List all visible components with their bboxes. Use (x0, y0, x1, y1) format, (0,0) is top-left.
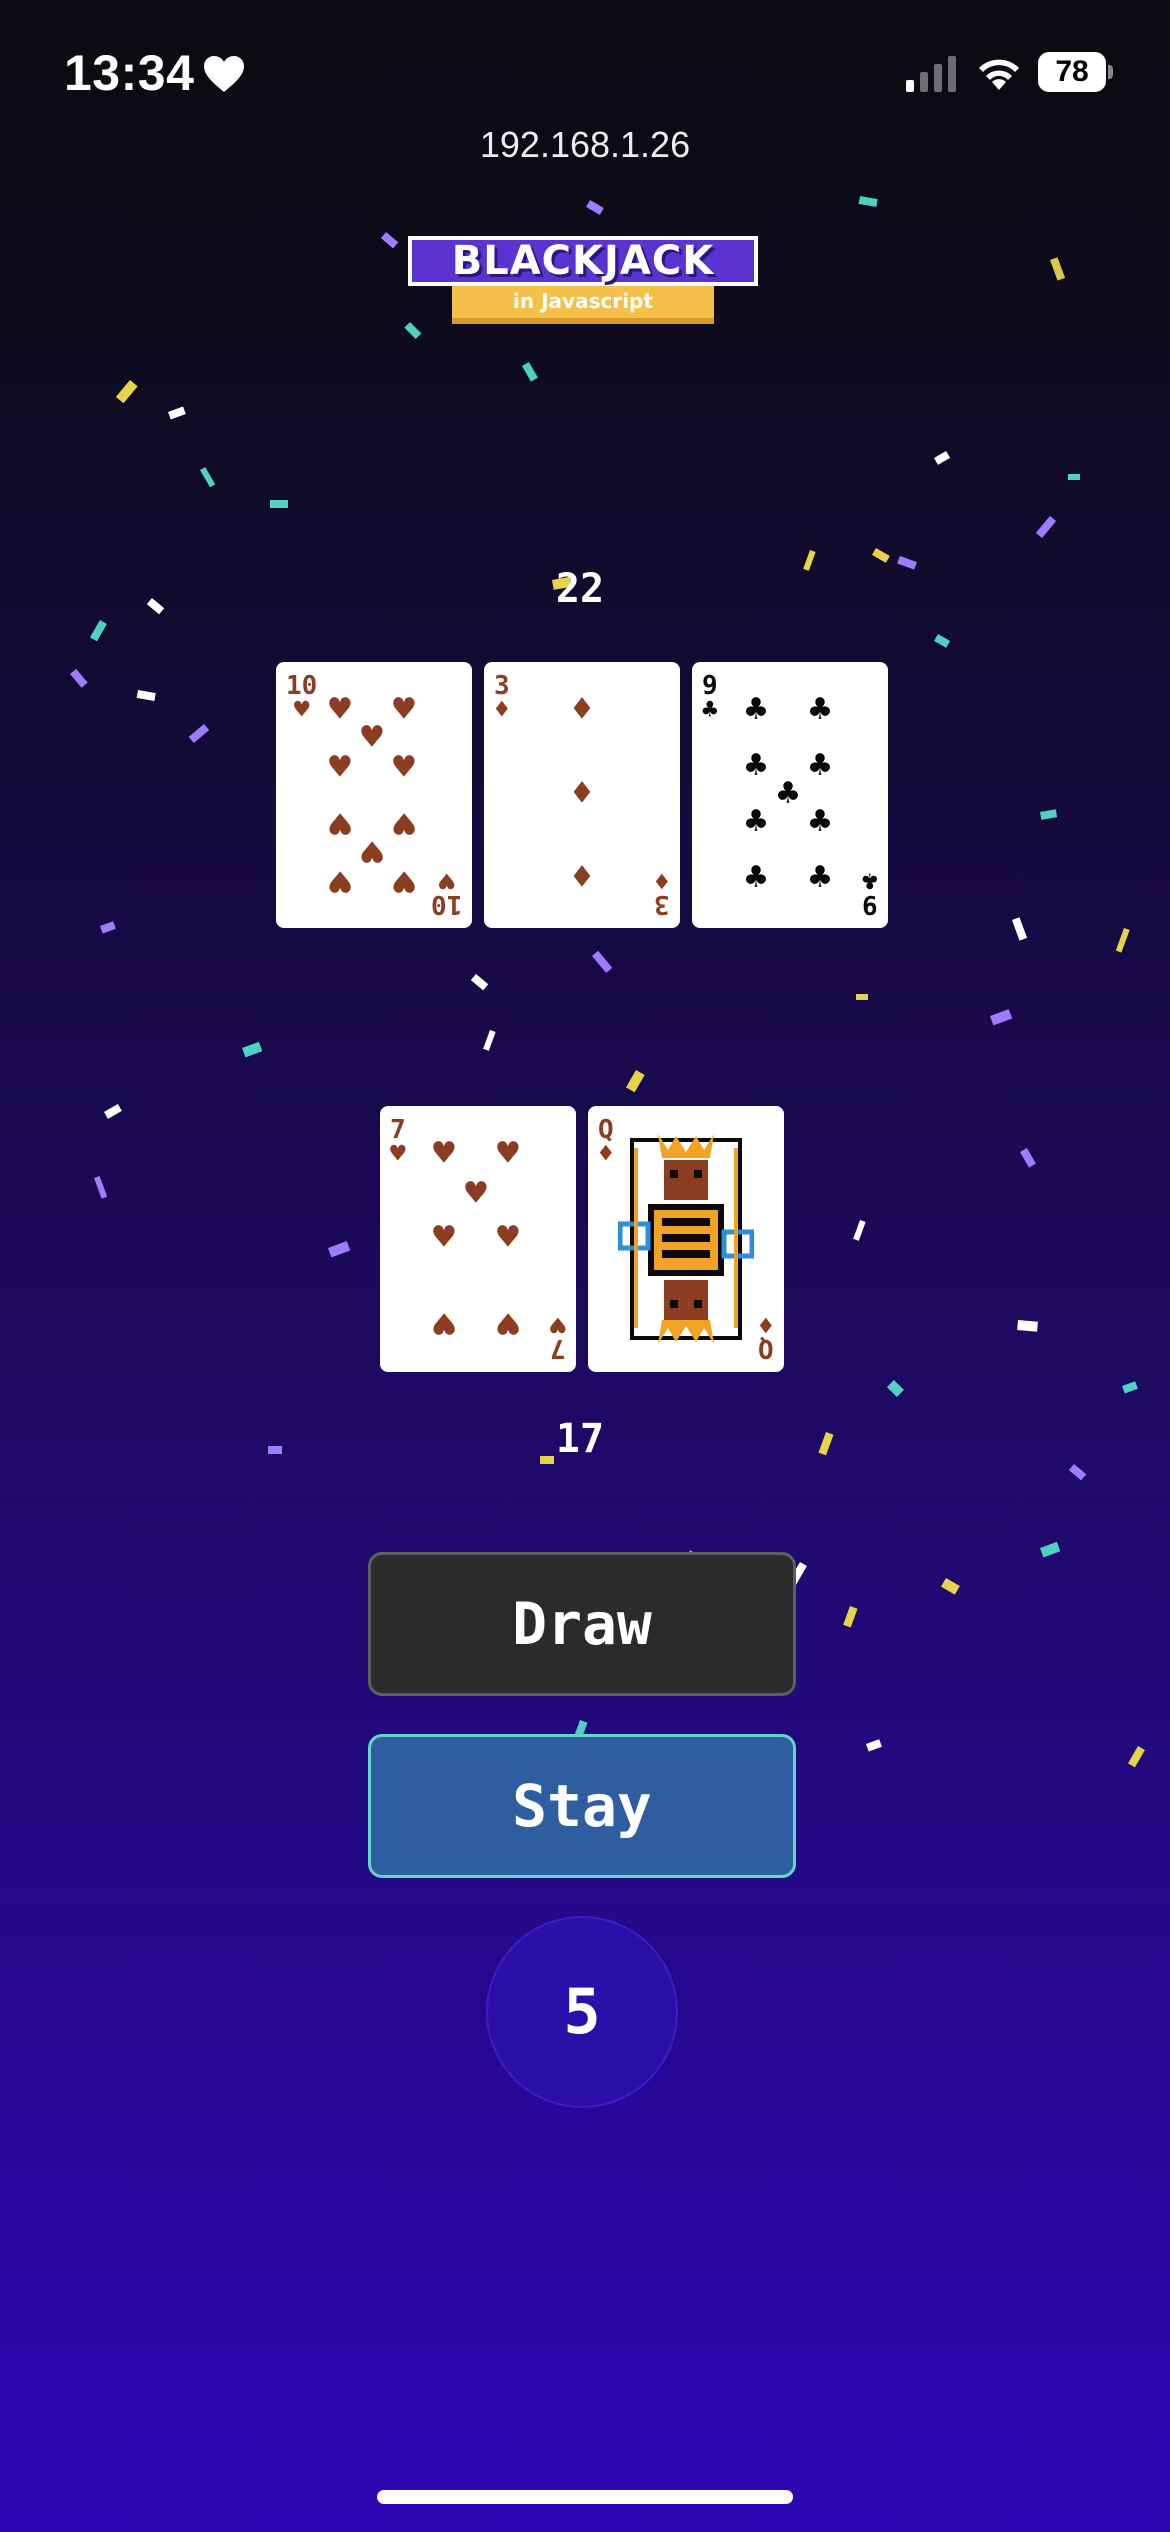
club-pip-icon: ♣ (745, 689, 767, 730)
dealer-card-2: 3 ♦ ♦ ♦ ♦ 3 ♦ (484, 662, 680, 928)
heart-pip-icon: ♥ (329, 689, 351, 730)
heart-pip-icon: ♥ (433, 1302, 455, 1343)
heart-pip-icon: ♥ (433, 1133, 455, 1174)
diamond-pip-icon: ♦ (571, 689, 593, 730)
card-rank-top: 10 ♥ (286, 671, 318, 725)
heart-icon (204, 56, 244, 92)
heart-pip-icon: ♥ (361, 717, 383, 758)
diamond-pip-icon: ♦ (571, 773, 593, 814)
logo-title: BLACKJACK (408, 236, 758, 286)
stay-button[interactable]: Stay (368, 1734, 796, 1878)
blackjack-logo: BLACKJACK in Javascript (408, 236, 758, 326)
browser-url[interactable]: 192.168.1.26 (0, 124, 1170, 166)
confetti-overlay (69, 196, 1145, 1768)
card-rank-top: 9 ♣ (702, 671, 718, 725)
queen-face-icon (618, 1134, 754, 1344)
battery-indicator: 78 (1038, 52, 1113, 92)
draw-button[interactable]: Draw (368, 1552, 796, 1696)
cellular-signal-icon (906, 56, 956, 92)
heart-pip-icon: ♥ (497, 1133, 519, 1174)
club-pip-icon: ♣ (809, 745, 831, 786)
card-rank-bottom: 9 ♣ (862, 865, 878, 919)
status-time: 13:34 (64, 45, 195, 101)
club-pip-icon: ♣ (745, 745, 767, 786)
dealer-score: 22 (555, 566, 605, 612)
card-rank-top: 3 ♦ (494, 671, 510, 725)
home-indicator[interactable] (377, 2490, 793, 2504)
heart-pip-icon: ♥ (329, 860, 351, 901)
card-rank-bottom: Q ♦ (758, 1309, 774, 1363)
heart-pip-icon: ♥ (465, 1173, 487, 1214)
heart-pip-icon: ♥ (393, 689, 415, 730)
card-rank-top: 7 ♥ (390, 1115, 406, 1169)
card-rank-top: Q ♦ (598, 1115, 614, 1169)
wifi-icon (979, 59, 1019, 90)
dealer-card-1: 10 ♥ ♥ ♥ ♥ ♥ ♥ ♥ ♥ ♥ ♥ ♥ 10 ♥ (276, 662, 472, 928)
card-rank-bottom: 3 ♦ (654, 865, 670, 919)
heart-pip-icon: ♥ (393, 802, 415, 843)
heart-pip-icon: ♥ (329, 747, 351, 788)
heart-pip-icon: ♥ (497, 1217, 519, 1258)
logo-subtitle: in Javascript (452, 286, 714, 318)
status-bar: 13:34 78 192.168.1.26 (0, 0, 1170, 165)
heart-pip-icon: ♥ (393, 747, 415, 788)
player-score: 17 (555, 1416, 605, 1462)
player-card-2: Q ♦ Q ♦ (588, 1106, 784, 1372)
dealer-card-3: 9 ♣ ♣ ♣ ♣ ♣ ♣ ♣ ♣ ♣ ♣ 9 ♣ (692, 662, 888, 928)
round-counter: 5 (486, 1916, 678, 2108)
diamond-pip-icon: ♦ (571, 857, 593, 898)
heart-pip-icon: ♥ (497, 1302, 519, 1343)
club-pip-icon: ♣ (745, 801, 767, 842)
card-rank-bottom: 7 ♥ (550, 1309, 566, 1363)
club-pip-icon: ♣ (809, 689, 831, 730)
heart-pip-icon: ♥ (361, 830, 383, 871)
card-rank-bottom: 10 ♥ (430, 865, 462, 919)
battery-cap (1108, 65, 1113, 79)
club-pip-icon: ♣ (809, 801, 831, 842)
heart-pip-icon: ♥ (329, 802, 351, 843)
player-card-1: 7 ♥ ♥ ♥ ♥ ♥ ♥ ♥ ♥ 7 ♥ (380, 1106, 576, 1372)
club-pip-icon: ♣ (777, 773, 799, 814)
battery-level: 78 (1038, 52, 1106, 92)
club-pip-icon: ♣ (745, 857, 767, 898)
heart-pip-icon: ♥ (433, 1217, 455, 1258)
heart-pip-icon: ♥ (393, 860, 415, 901)
club-pip-icon: ♣ (809, 857, 831, 898)
confetti-pieces (69, 196, 1145, 1768)
